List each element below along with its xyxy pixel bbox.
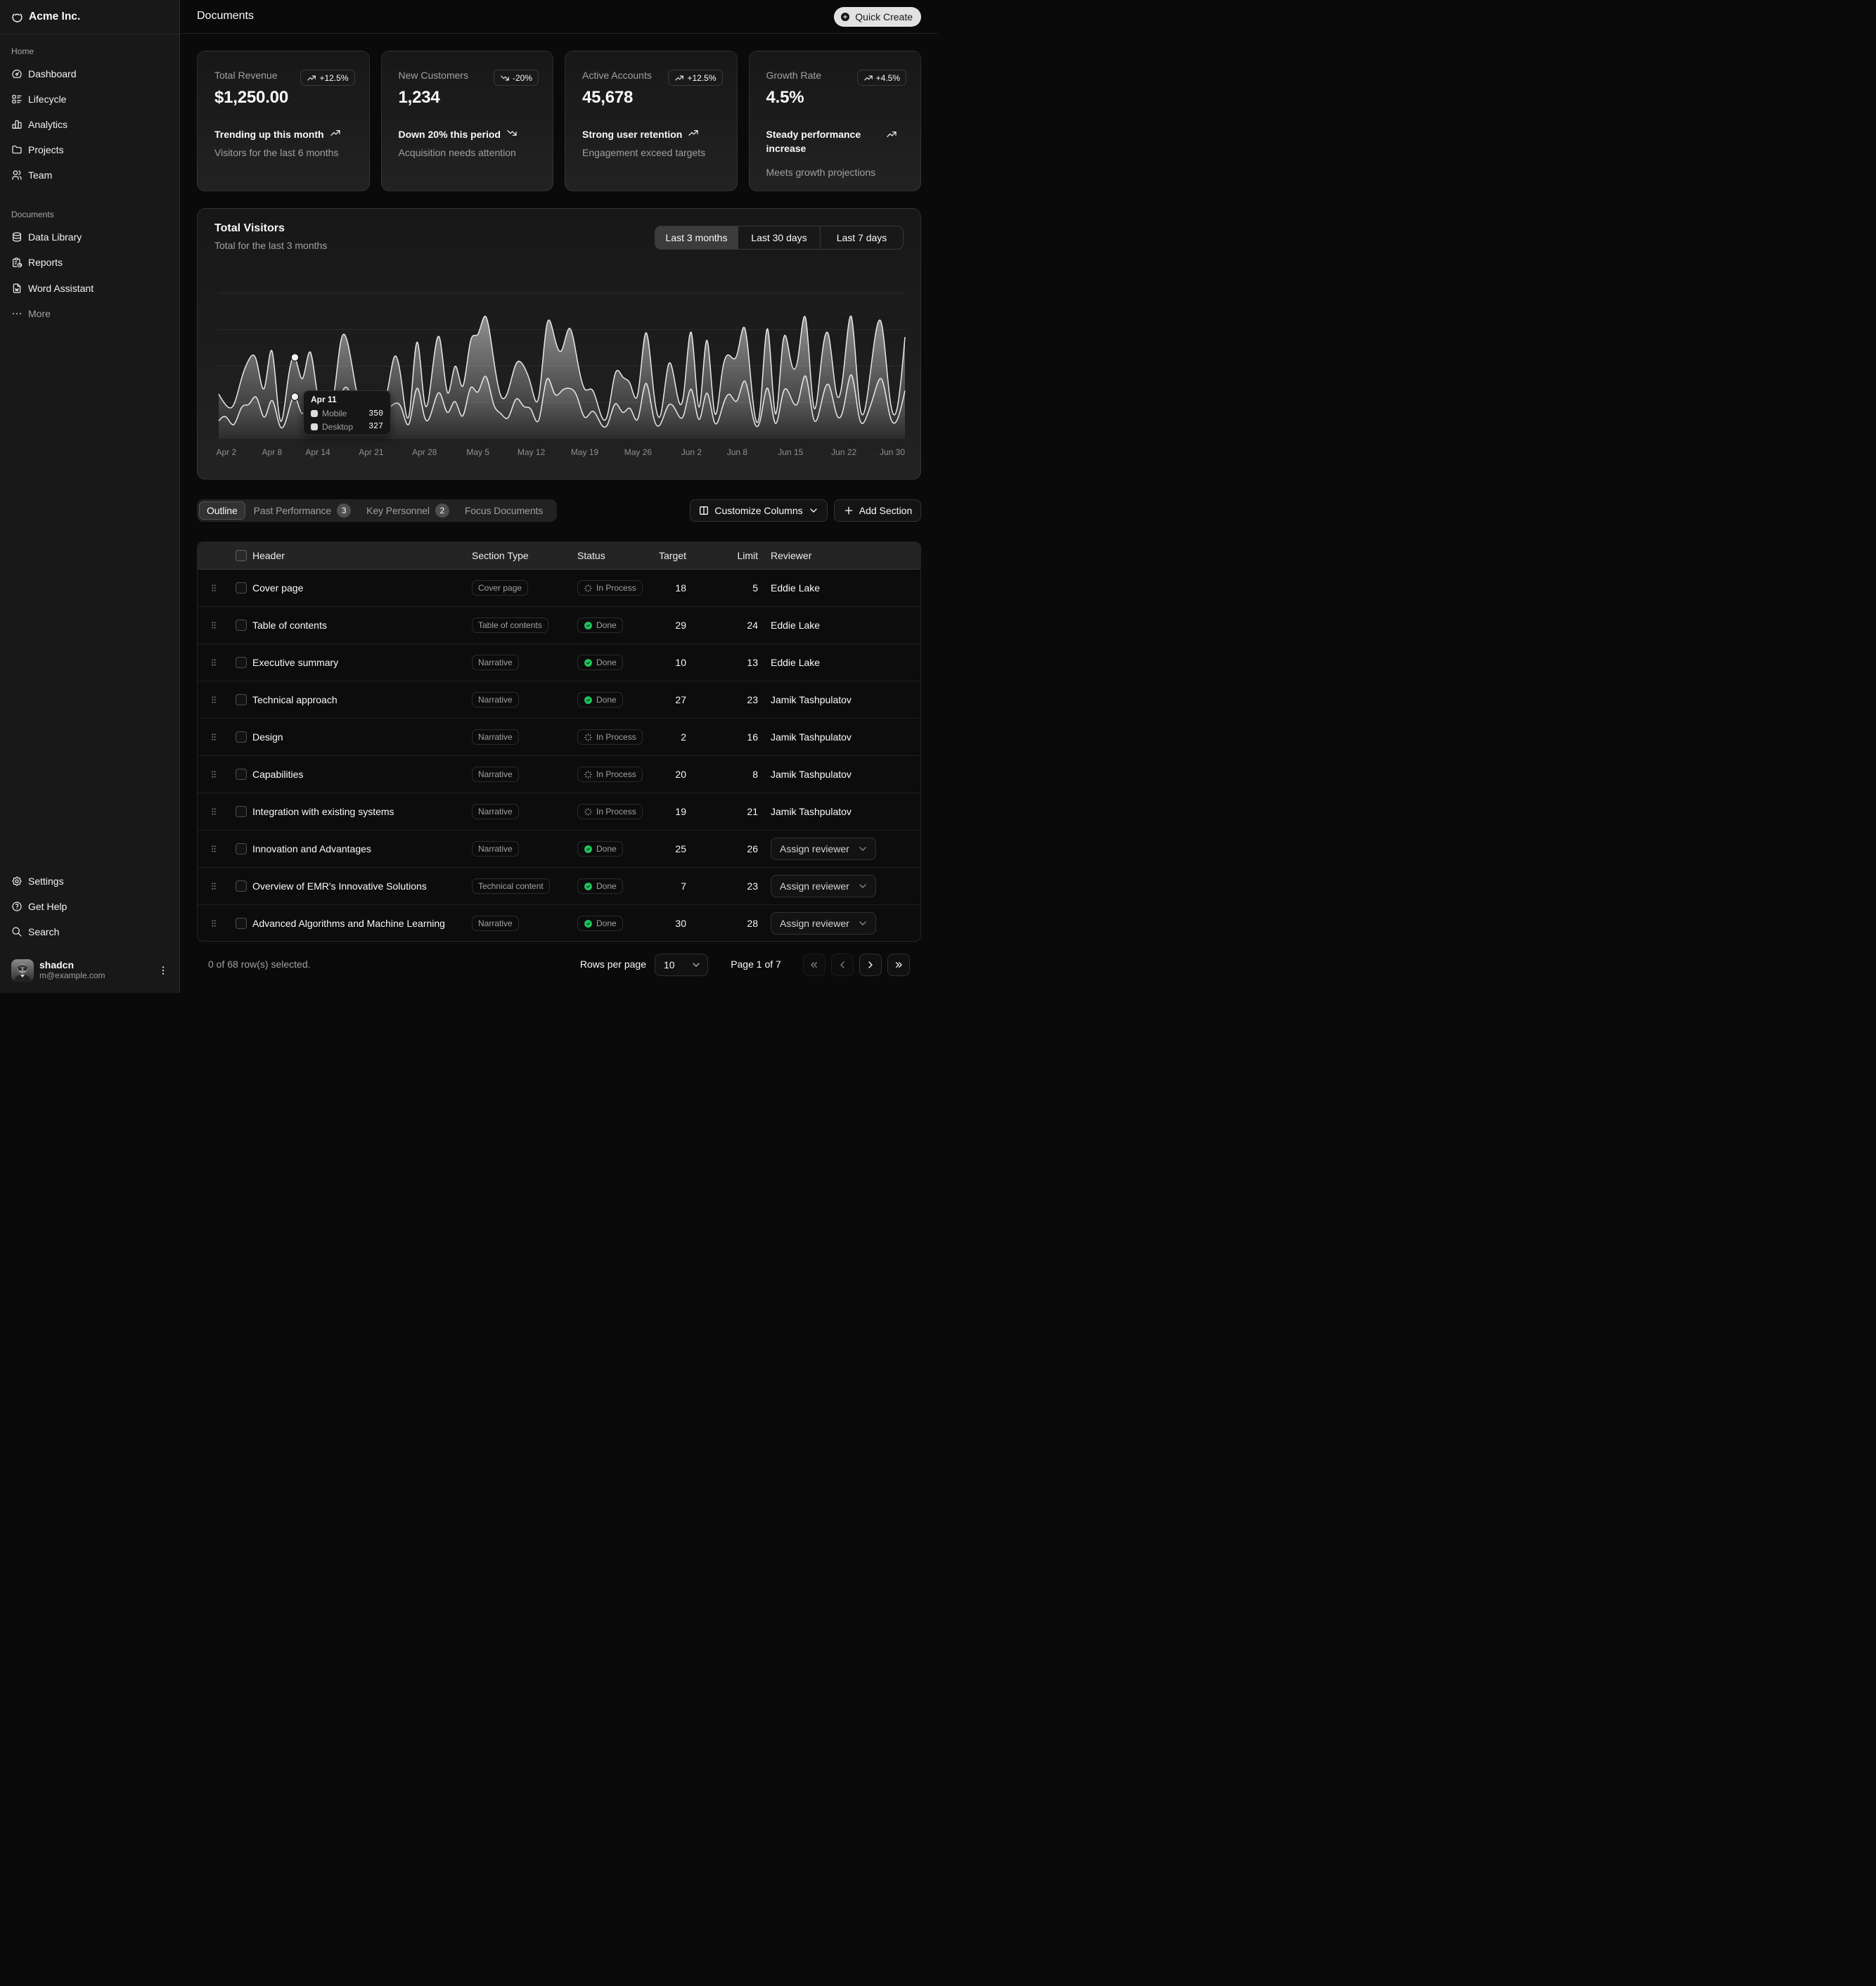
svg-text:May 19: May 19 bbox=[571, 447, 599, 457]
svg-text:Jun 15: Jun 15 bbox=[778, 447, 803, 457]
svg-text:Apr 28: Apr 28 bbox=[412, 447, 437, 457]
svg-text:Apr 14: Apr 14 bbox=[305, 447, 330, 457]
svg-text:May 12: May 12 bbox=[518, 447, 546, 457]
svg-text:Jun 30: Jun 30 bbox=[880, 447, 905, 457]
svg-text:Jun 2: Jun 2 bbox=[681, 447, 702, 457]
svg-text:Apr 21: Apr 21 bbox=[359, 447, 384, 457]
svg-text:May 26: May 26 bbox=[624, 447, 653, 457]
svg-text:Apr 8: Apr 8 bbox=[262, 447, 283, 457]
svg-text:May 5: May 5 bbox=[466, 447, 489, 457]
svg-text:Jun 8: Jun 8 bbox=[727, 447, 748, 457]
svg-text:Jun 22: Jun 22 bbox=[831, 447, 856, 457]
svg-text:Apr 2: Apr 2 bbox=[216, 447, 236, 457]
